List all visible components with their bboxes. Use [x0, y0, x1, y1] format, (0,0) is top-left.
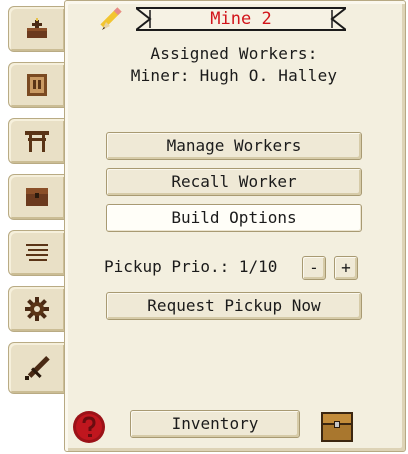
tab-crown[interactable] [8, 6, 66, 52]
tab-storage[interactable] [8, 174, 66, 220]
request-pickup-button[interactable]: Request Pickup Now [106, 292, 362, 320]
tab-workbench[interactable] [8, 118, 66, 164]
tab-info[interactable] [8, 62, 66, 108]
assigned-workers-heading: Assigned Workers: [150, 44, 318, 63]
workbench-icon [24, 129, 50, 153]
pencil-icon[interactable] [100, 6, 128, 36]
window-title: Mine 2 [210, 9, 272, 29]
tab-combat[interactable] [8, 342, 66, 394]
inventory-button[interactable]: Inventory [130, 410, 300, 438]
tab-list[interactable] [8, 230, 66, 276]
pickup-priority-label: Pickup Prio.: 1/10 [104, 257, 278, 276]
info-book-icon [26, 73, 48, 97]
tab-settings[interactable] [8, 286, 66, 332]
help-icon[interactable] [72, 410, 106, 448]
manage-workers-button[interactable]: Manage Workers [106, 132, 362, 160]
gear-icon [24, 296, 50, 322]
worker-assignment: Miner: Hugh O. Halley [130, 66, 338, 85]
recall-worker-button[interactable]: Recall Worker [106, 168, 362, 196]
sword-icon [22, 353, 52, 383]
priority-increase-button[interactable]: + [334, 256, 358, 280]
title-ribbon: Mine 2 [136, 6, 346, 32]
build-options-button[interactable]: Build Options [106, 204, 362, 232]
priority-decrease-button[interactable]: - [302, 256, 326, 280]
list-icon [24, 241, 50, 265]
chest-icon[interactable] [320, 410, 354, 448]
crown-icon [24, 18, 50, 40]
chest-icon [25, 186, 49, 208]
